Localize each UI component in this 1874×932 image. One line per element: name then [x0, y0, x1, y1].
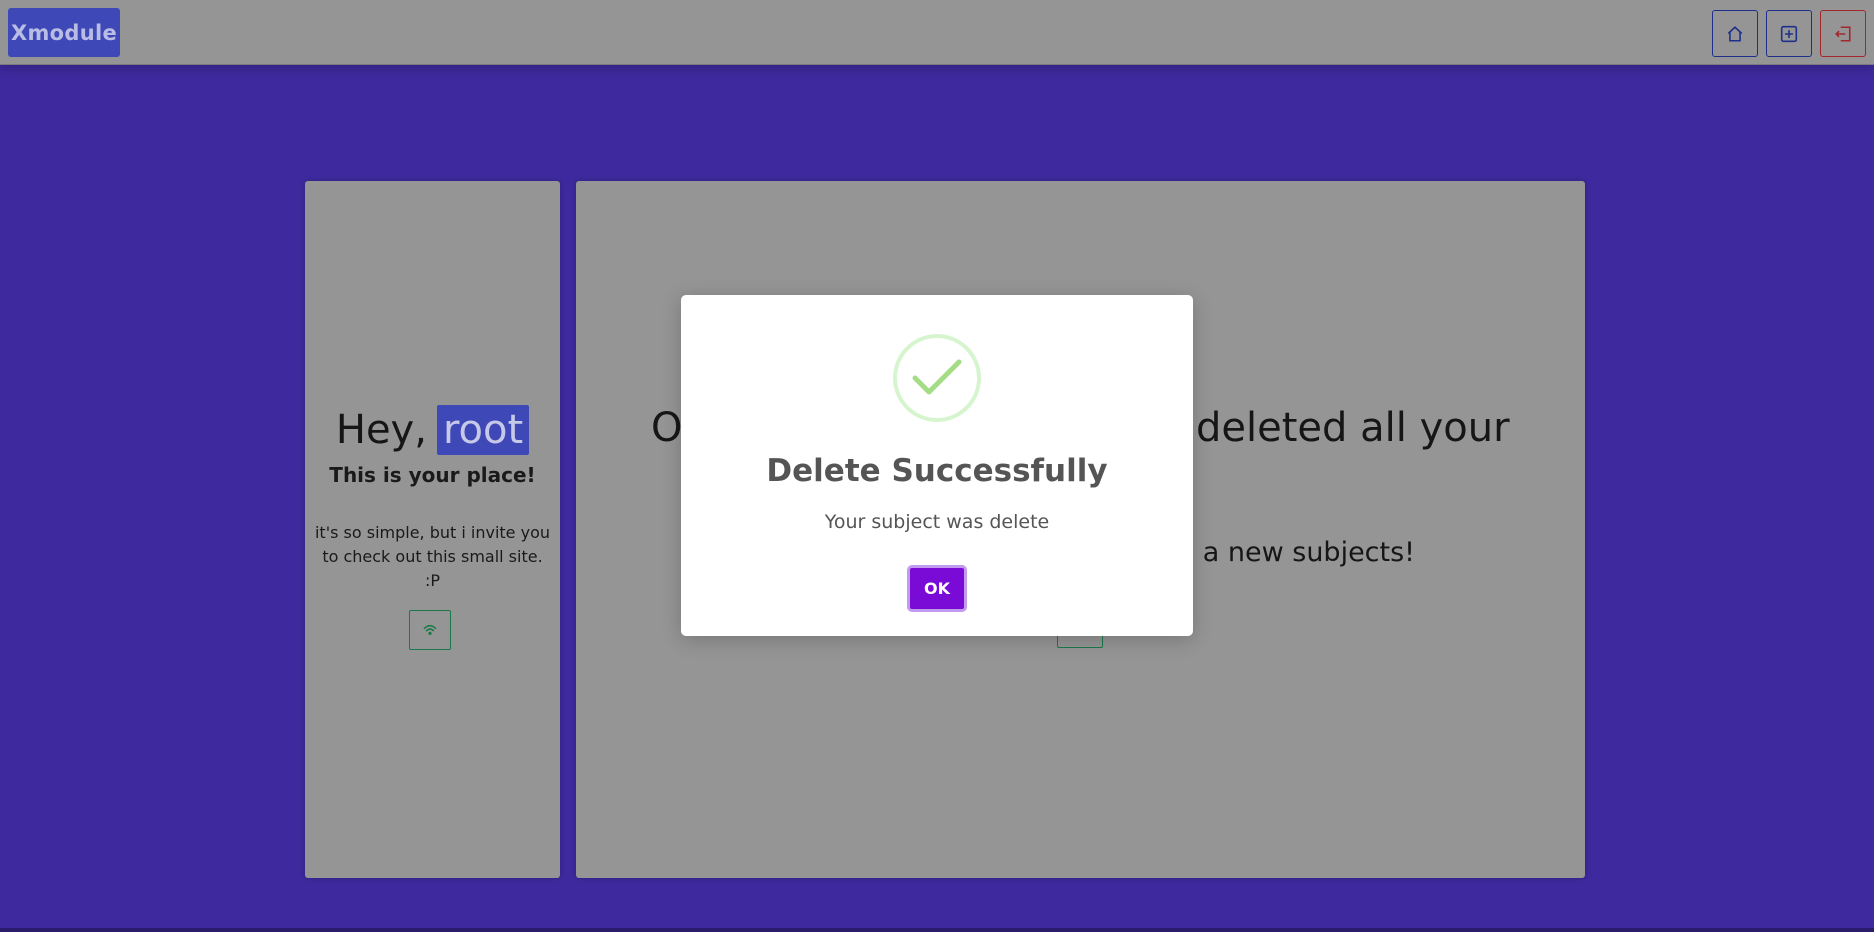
- success-dialog: Delete Successfully Your subject was del…: [681, 295, 1193, 636]
- heading-start: O: [651, 405, 683, 451]
- add-subject-button[interactable]: [1766, 10, 1812, 57]
- profile-description: it's so simple, but i invite you to chec…: [314, 523, 551, 590]
- home-button[interactable]: [1712, 10, 1758, 57]
- dialog-message: Your subject was delete: [824, 511, 1050, 533]
- plus-square-icon: [1780, 25, 1798, 42]
- success-check-icon: [893, 334, 981, 422]
- wifi-icon: [423, 624, 437, 636]
- ok-button[interactable]: OK: [907, 565, 967, 612]
- check-icon: [912, 359, 962, 395]
- profile-card: Hey, root This is your place! it's so si…: [305, 181, 560, 878]
- logout-button[interactable]: [1820, 10, 1866, 57]
- top-navbar: Xmodule: [0, 0, 1874, 65]
- greeting-text: Hey,: [335, 407, 427, 453]
- wifi-button[interactable]: [409, 610, 451, 650]
- greeting-heading: Hey, root: [305, 405, 560, 455]
- subtitle-end: ea a new subjects!: [1161, 537, 1416, 568]
- heading-end: deleted all your: [1196, 405, 1510, 451]
- brand-logo[interactable]: Xmodule: [8, 8, 120, 57]
- profile-subtitle: This is your place!: [329, 463, 536, 487]
- dialog-title: Delete Successfully: [766, 453, 1108, 489]
- home-icon: [1727, 25, 1743, 42]
- username-highlight: root: [436, 405, 530, 455]
- logout-icon: [1835, 25, 1851, 42]
- bottom-border: [0, 928, 1874, 932]
